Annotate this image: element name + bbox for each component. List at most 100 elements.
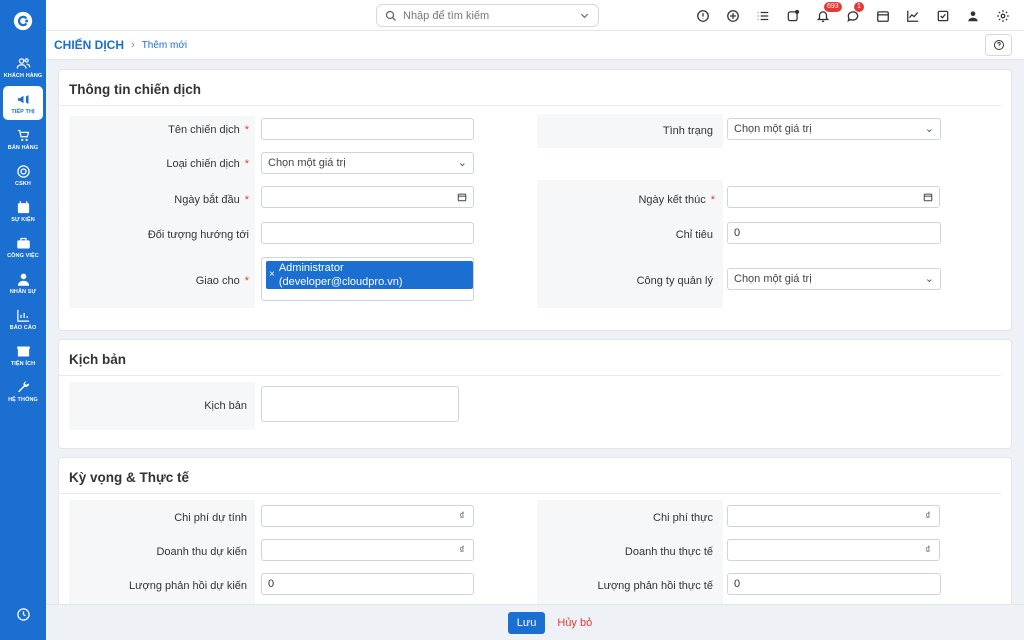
cong-ty-select[interactable]: Chọn một giá trị ⌄: [727, 268, 941, 290]
section-title: Thông tin chiến dịch: [59, 70, 1001, 106]
chevron-down-icon: ⌄: [924, 273, 934, 285]
sidebar-item-su-kien[interactable]: Sự kiện: [3, 194, 43, 228]
chevron-down-icon: ⌄: [457, 157, 467, 169]
calendar-picker-button[interactable]: [451, 186, 474, 208]
sidebar-item-label: Hệ thống: [8, 396, 38, 403]
ngay-bat-dau-input[interactable]: [261, 186, 452, 208]
chi-tieu-input[interactable]: 0: [727, 222, 941, 244]
luong-phan-hoi-thuc-te-input[interactable]: 0: [727, 573, 941, 595]
calendar-icon: [17, 200, 29, 213]
label-ten-chien-dich: Tên chiến dịch *: [168, 124, 249, 136]
sidebar-item-khach-hang[interactable]: Khách hàng: [3, 50, 43, 84]
calendar-picker-button[interactable]: [917, 186, 940, 208]
messages-button[interactable]: 1: [838, 0, 868, 31]
square-dot-icon: [787, 9, 800, 21]
tasks-button[interactable]: [928, 0, 958, 31]
remove-tag-icon[interactable]: ×: [269, 268, 275, 282]
search-input[interactable]: Nhập để tìm kiếm: [376, 4, 599, 27]
ten-chien-dich-input[interactable]: [261, 118, 474, 140]
label-loai-chien-dich: Loại chiến dịch *: [166, 158, 249, 170]
calendar-icon: [877, 10, 889, 22]
notifications-button[interactable]: 693: [808, 0, 842, 31]
sidebar-item-he-thong[interactable]: Hệ thống: [3, 374, 43, 408]
help-button[interactable]: [985, 34, 1012, 56]
main-content: Thông tin chiến dịch Tên chiến dịch * Loạ…: [58, 69, 1012, 615]
breadcrumb-current: Thêm mới: [141, 39, 188, 51]
chart-button[interactable]: [898, 0, 928, 31]
list-button[interactable]: [748, 0, 778, 31]
sidebar-item-label: Bán hàng: [7, 144, 39, 151]
sidebar-item-bao-cao[interactable]: Báo cáo: [3, 302, 43, 336]
top-bar: Nhập để tìm kiếm 693 1: [46, 0, 1024, 31]
sidebar-item-label: Khách hàng: [3, 72, 43, 79]
calendar-icon: [457, 193, 467, 202]
cart-icon: [17, 129, 29, 141]
chevron-down-icon: [580, 13, 589, 19]
giao-cho-multiselect[interactable]: × Administrator (developer@cloudpro.vn): [261, 257, 474, 301]
sidebar: Khách hàng Tiếp thị Bán hàng CSKH Sự kiệ…: [0, 0, 46, 640]
label-kich-ban: Kịch bản: [204, 400, 247, 412]
loai-chien-dich-select[interactable]: Chọn một giá trị ⌄: [261, 152, 474, 174]
logo-icon: [13, 11, 33, 31]
app-logo[interactable]: [6, 4, 40, 38]
calendar-button[interactable]: [868, 0, 898, 31]
sidebar-item-label: Tiện ích: [10, 360, 36, 367]
chi-phi-thuc-input[interactable]: [727, 505, 918, 527]
sidebar-item-tiep-thi[interactable]: Tiếp thị: [3, 86, 43, 120]
label-cong-ty: Công ty quản lý: [636, 275, 713, 287]
sidebar-item-cskh[interactable]: CSKH: [3, 158, 43, 192]
currency-addon: ₫: [451, 505, 474, 527]
report-icon: [16, 309, 29, 322]
label-luong-phan-hoi-du-kien: Lượng phản hồi dự kiến: [129, 580, 247, 592]
sidebar-item-tien-ich[interactable]: Tiện ích: [3, 338, 43, 372]
section-campaign-info: Thông tin chiến dịch Tên chiến dịch * Loạ…: [58, 69, 1012, 331]
ngay-ket-thuc-input[interactable]: [727, 186, 918, 208]
form-footer: Lưu Hủy bỏ: [46, 604, 1024, 640]
plus-circle-icon: [727, 9, 739, 22]
line-chart-icon: [907, 10, 919, 22]
label-ngay-ket-thuc: Ngày kết thúc *: [638, 194, 715, 206]
sidebar-item-label: Báo cáo: [9, 324, 37, 331]
add-button[interactable]: [718, 0, 748, 31]
sidebar-item-ban-hang[interactable]: Bán hàng: [3, 122, 43, 156]
activity-button[interactable]: [778, 0, 808, 31]
sidebar-item-label: Nhân sự: [9, 288, 37, 295]
breadcrumb: CHIẾN DỊCH › Thêm mới: [46, 31, 1024, 60]
kich-ban-textarea[interactable]: [261, 386, 459, 422]
alert-circle-icon: [697, 9, 709, 22]
clock-button[interactable]: [0, 607, 46, 622]
user-icon: [968, 10, 978, 21]
support-icon: [16, 164, 30, 178]
currency-addon: ₫: [451, 539, 474, 561]
label-tinh-trang: Tình trạng: [662, 125, 713, 137]
label-chi-tieu: Chỉ tiêu: [675, 229, 713, 241]
messages-badge: 1: [854, 2, 864, 12]
chi-phi-du-tinh-input[interactable]: [261, 505, 452, 527]
currency-addon: ₫: [917, 539, 940, 561]
cancel-button[interactable]: Hủy bỏ: [557, 617, 592, 629]
gear-icon: [997, 9, 1009, 22]
settings-button[interactable]: [988, 0, 1018, 31]
help-icon: [993, 40, 1004, 50]
briefcase-icon: [16, 237, 30, 248]
section-kich-ban: Kịch bản Kịch bản: [58, 339, 1012, 449]
box-icon: [16, 346, 30, 356]
label-chi-phi-du-tinh: Chi phí dự tính: [174, 512, 247, 524]
sidebar-item-nhan-su[interactable]: Nhân sự: [3, 266, 43, 300]
clock-icon: [16, 608, 30, 621]
label-doanh-thu-du-kien: Doanh thu dự kiến: [156, 546, 247, 558]
luong-phan-hoi-du-kien-input[interactable]: 0: [261, 573, 474, 595]
info-button[interactable]: [688, 0, 718, 31]
section-title: Kịch bản: [59, 340, 1001, 376]
doanh-thu-thuc-te-input[interactable]: [727, 539, 918, 561]
profile-button[interactable]: [958, 0, 988, 31]
save-button[interactable]: Lưu: [507, 611, 546, 634]
doanh-thu-du-kien-input[interactable]: [261, 539, 452, 561]
breadcrumb-module[interactable]: CHIẾN DỊCH: [54, 38, 124, 52]
check-square-icon: [937, 10, 949, 21]
tinh-trang-select[interactable]: Chọn một giá trị ⌄: [727, 118, 941, 140]
sidebar-item-cong-viec[interactable]: Công việc: [3, 230, 43, 264]
users-icon: [16, 57, 30, 69]
doi-tuong-input[interactable]: [261, 222, 474, 244]
sidebar-item-label: Sự kiện: [11, 216, 35, 223]
